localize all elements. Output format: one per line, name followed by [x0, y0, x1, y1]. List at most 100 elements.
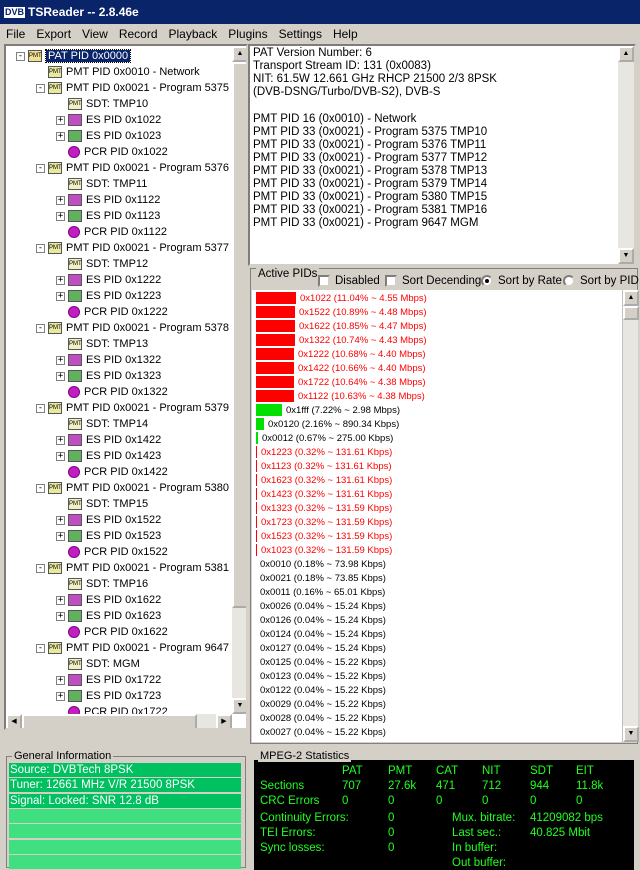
- info-vertical-scrollbar[interactable]: ▲ ▼: [618, 46, 634, 264]
- tree-node[interactable]: PMT SDT: TMP16: [56, 576, 148, 592]
- checkbox-box[interactable]: [385, 275, 397, 287]
- tree-node[interactable]: - PMT PMT PID 0x0021 - Program 5375: [36, 80, 229, 96]
- sort-by-pid-radio[interactable]: Sort by PID: [563, 275, 639, 287]
- pat-info-panel[interactable]: PAT Version Number: 6 Transport Stream ID…: [248, 44, 636, 266]
- tree-node[interactable]: + ES PID 0x1522: [56, 512, 161, 528]
- tree-node[interactable]: PCR PID 0x1022: [56, 144, 168, 160]
- expand-icon[interactable]: +: [56, 691, 65, 701]
- pid-row[interactable]: 0x0125 (0.04% ~ 15.22 Kbps): [256, 656, 386, 668]
- tree-horizontal-scrollbar[interactable]: ◀ ▶: [6, 714, 232, 728]
- tree-node[interactable]: + ES PID 0x1423: [56, 448, 161, 464]
- tree-node[interactable]: PMT SDT: TMP11: [56, 176, 147, 192]
- collapse-icon[interactable]: -: [36, 403, 45, 413]
- pid-scroll-thumb[interactable]: [623, 306, 639, 320]
- pid-row[interactable]: 0x0029 (0.04% ~ 15.22 Kbps): [256, 698, 386, 710]
- scroll-down-icon[interactable]: ▼: [623, 726, 639, 742]
- tree-node[interactable]: PMT SDT: TMP13: [56, 336, 148, 352]
- expand-icon[interactable]: +: [56, 675, 65, 685]
- menu-export[interactable]: Export: [36, 27, 71, 41]
- active-pid-list[interactable]: 0x1022 (11.04% ~ 4.55 Mbps) 0x1522 (10.89…: [252, 290, 622, 742]
- tree-node[interactable]: - PMT PAT PID 0x0000: [16, 48, 132, 64]
- tree-node[interactable]: PCR PID 0x1522: [56, 544, 168, 560]
- pid-row[interactable]: 0x1422 (10.66% ~ 4.40 Mbps): [256, 362, 426, 374]
- tree-node[interactable]: + ES PID 0x1422: [56, 432, 161, 448]
- pid-row[interactable]: 0x1123 (0.32% ~ 131.61 Kbps): [256, 460, 392, 472]
- stream-tree[interactable]: - PMT PAT PID 0x0000 PMT PMT PID 0x0010 - Ne…: [4, 44, 248, 730]
- pid-row[interactable]: 0x1423 (0.32% ~ 131.61 Kbps): [256, 488, 392, 500]
- pid-row[interactable]: 0x1fff (7.22% ~ 2.98 Mbps): [256, 404, 400, 416]
- tree-vertical-scrollbar[interactable]: ▲ ▼: [232, 46, 246, 714]
- tree-node[interactable]: - PMT PMT PID 0x0021 - Program 5379: [36, 400, 229, 416]
- pid-row[interactable]: 0x0028 (0.04% ~ 15.22 Kbps): [256, 712, 386, 724]
- collapse-icon[interactable]: -: [36, 83, 45, 93]
- expand-icon[interactable]: +: [56, 195, 65, 205]
- tree-node[interactable]: PCR PID 0x1222: [56, 304, 168, 320]
- pid-row[interactable]: 0x0126 (0.04% ~ 15.24 Kbps): [256, 614, 386, 626]
- pid-row[interactable]: 0x1022 (11.04% ~ 4.55 Mbps): [256, 292, 427, 304]
- expand-icon[interactable]: +: [56, 451, 65, 461]
- tree-node[interactable]: + ES PID 0x1622: [56, 592, 161, 608]
- scroll-up-icon[interactable]: ▲: [623, 290, 639, 306]
- scroll-left-icon[interactable]: ◀: [6, 714, 22, 728]
- pid-row[interactable]: 0x0123 (0.04% ~ 15.22 Kbps): [256, 670, 386, 682]
- pid-row[interactable]: 0x0120 (2.16% ~ 890.34 Kbps): [256, 418, 399, 430]
- scroll-up-icon[interactable]: ▲: [618, 46, 634, 62]
- pid-row[interactable]: 0x1623 (0.32% ~ 131.61 Kbps): [256, 474, 392, 486]
- menu-record[interactable]: Record: [119, 27, 158, 41]
- pid-row[interactable]: 0x1222 (10.68% ~ 4.40 Mbps): [256, 348, 426, 360]
- collapse-icon[interactable]: -: [36, 563, 45, 573]
- sort-by-rate-radio[interactable]: Sort by Rate: [481, 275, 562, 287]
- tree-node[interactable]: PCR PID 0x1622: [56, 624, 168, 640]
- pid-list-scrollbar[interactable]: ▲ ▼: [622, 290, 639, 742]
- tree-node[interactable]: + ES PID 0x1723: [56, 688, 161, 704]
- pid-row[interactable]: 0x0021 (0.18% ~ 73.85 Kbps): [256, 572, 386, 584]
- tree-node[interactable]: - PMT PMT PID 0x0021 - Program 5381: [36, 560, 229, 576]
- scroll-up-icon[interactable]: ▲: [232, 46, 246, 62]
- tree-node[interactable]: PMT SDT: TMP12: [56, 256, 148, 272]
- collapse-icon[interactable]: -: [16, 51, 25, 61]
- expand-icon[interactable]: +: [56, 211, 65, 221]
- expand-icon[interactable]: +: [56, 115, 65, 125]
- collapse-icon[interactable]: -: [36, 643, 45, 653]
- expand-icon[interactable]: +: [56, 611, 65, 621]
- pid-row[interactable]: 0x1223 (0.32% ~ 131.61 Kbps): [256, 446, 392, 458]
- pid-row[interactable]: 0x1522 (10.89% ~ 4.48 Mbps): [256, 306, 427, 318]
- sort-descending-checkbox[interactable]: Sort Decending: [385, 275, 481, 287]
- tree-node[interactable]: PCR PID 0x1722: [56, 704, 168, 714]
- tree-node[interactable]: PMT PMT PID 0x0010 - Network: [36, 64, 200, 80]
- collapse-icon[interactable]: -: [36, 163, 45, 173]
- pid-row[interactable]: 0x0012 (0.67% ~ 275.00 Kbps): [256, 432, 393, 444]
- expand-icon[interactable]: +: [56, 515, 65, 525]
- tree-node[interactable]: + ES PID 0x1022: [56, 112, 161, 128]
- tree-node[interactable]: - PMT PMT PID 0x0021 - Program 5376: [36, 160, 229, 176]
- expand-icon[interactable]: +: [56, 531, 65, 541]
- expand-icon[interactable]: +: [56, 355, 65, 365]
- menu-view[interactable]: View: [82, 27, 108, 41]
- tree-node[interactable]: PMT SDT: TMP10: [56, 96, 148, 112]
- tree-node[interactable]: - PMT PMT PID 0x0021 - Program 5377: [36, 240, 229, 256]
- tree-scroll-thumb[interactable]: [232, 62, 246, 608]
- tree-node[interactable]: PMT SDT: MGM: [56, 656, 140, 672]
- expand-icon[interactable]: +: [56, 291, 65, 301]
- pid-row[interactable]: 0x0011 (0.16% ~ 65.01 Kbps): [256, 586, 385, 598]
- pid-row[interactable]: 0x1323 (0.32% ~ 131.59 Kbps): [256, 502, 392, 514]
- tree-node[interactable]: + ES PID 0x1222: [56, 272, 161, 288]
- pid-row[interactable]: 0x0122 (0.04% ~ 15.22 Kbps): [256, 684, 386, 696]
- pid-row[interactable]: 0x1122 (10.63% ~ 4.38 Mbps): [256, 390, 425, 402]
- tree-node[interactable]: PMT SDT: TMP14: [56, 416, 148, 432]
- collapse-icon[interactable]: -: [36, 243, 45, 253]
- tree-node[interactable]: PMT SDT: TMP15: [56, 496, 148, 512]
- expand-icon[interactable]: +: [56, 371, 65, 381]
- pid-row[interactable]: 0x1523 (0.32% ~ 131.59 Kbps): [256, 530, 392, 542]
- tree-node[interactable]: + ES PID 0x1523: [56, 528, 161, 544]
- tree-node[interactable]: + ES PID 0x1122: [56, 192, 160, 208]
- expand-icon[interactable]: +: [56, 595, 65, 605]
- tree-hscroll-thumb[interactable]: [22, 714, 197, 728]
- collapse-icon[interactable]: -: [36, 323, 45, 333]
- tree-node[interactable]: - PMT PMT PID 0x0021 - Program 5380: [36, 480, 229, 496]
- disabled-checkbox[interactable]: Disabled: [318, 275, 380, 287]
- pid-row[interactable]: 0x1622 (10.85% ~ 4.47 Mbps): [256, 320, 427, 332]
- pid-row[interactable]: 0x1723 (0.32% ~ 131.59 Kbps): [256, 516, 392, 528]
- tree-node[interactable]: + ES PID 0x1023: [56, 128, 161, 144]
- pid-row[interactable]: 0x0124 (0.04% ~ 15.24 Kbps): [256, 628, 386, 640]
